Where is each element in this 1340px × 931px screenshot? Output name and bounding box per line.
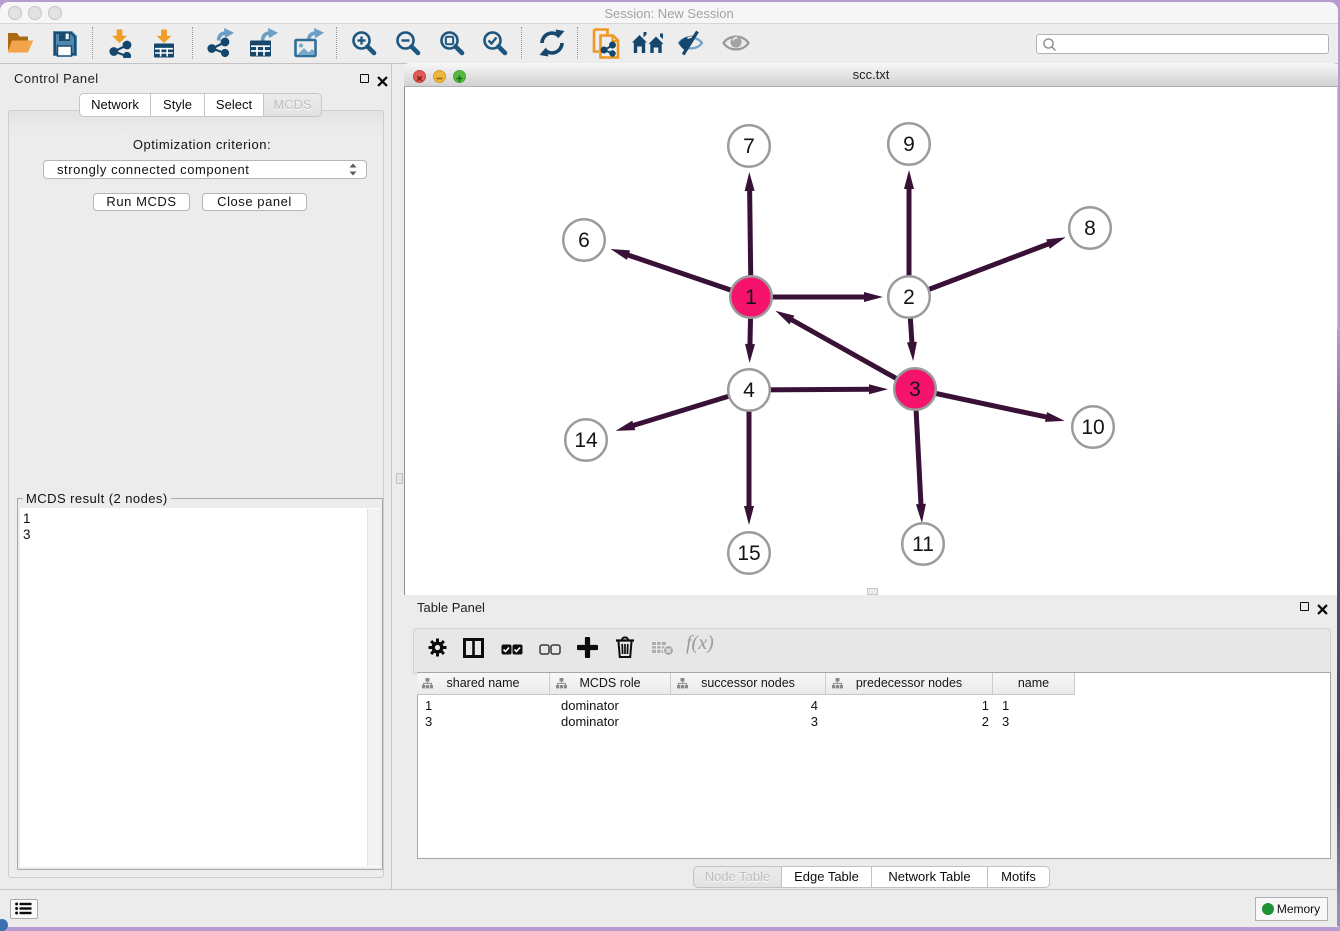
svg-text:6: 6 [578, 229, 590, 252]
svg-text:8: 8 [1084, 217, 1096, 240]
svg-text:1: 1 [745, 286, 757, 309]
svg-text:11: 11 [912, 533, 934, 556]
svg-text:15: 15 [737, 542, 760, 565]
svg-text:9: 9 [903, 133, 915, 156]
svg-text:2: 2 [903, 286, 915, 309]
svg-text:10: 10 [1081, 416, 1104, 439]
svg-text:14: 14 [574, 429, 598, 452]
svg-text:7: 7 [743, 135, 755, 158]
svg-text:3: 3 [909, 378, 921, 401]
svg-text:4: 4 [743, 379, 755, 402]
